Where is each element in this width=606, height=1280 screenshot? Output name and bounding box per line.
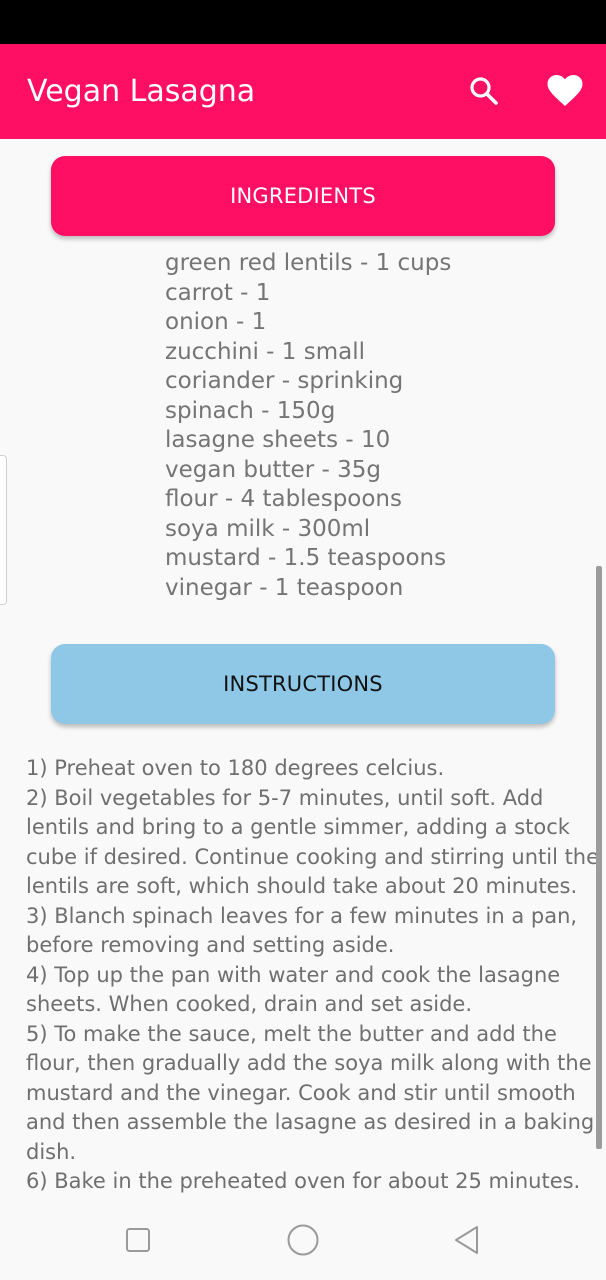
recents-square-icon xyxy=(126,1228,150,1252)
ingredient-item: soya milk - 300ml xyxy=(165,515,371,542)
recents-button[interactable] xyxy=(114,1216,162,1264)
heart-icon xyxy=(547,75,583,106)
ingredient-item: carrot - 1 xyxy=(165,279,271,306)
ingredient-item: vinegar - 1 teaspoon xyxy=(165,574,404,601)
status-bar xyxy=(0,0,606,44)
instructions-button-label: INSTRUCTIONS xyxy=(223,672,383,696)
page-title: Vegan Lasagna xyxy=(27,74,256,109)
back-button[interactable] xyxy=(443,1216,491,1264)
instruction-step: 3) Blanch spinach leaves for a few minut… xyxy=(26,903,578,958)
instructions-button[interactable]: INSTRUCTIONS xyxy=(51,644,555,724)
ingredient-item: flour - 4 tablespoons xyxy=(165,486,402,512)
ingredient-item: green red lentils - 1 cups xyxy=(165,250,452,276)
search-icon xyxy=(470,77,498,105)
ingredients-button-label: INGREDIENTS xyxy=(230,184,376,208)
navigation-bar xyxy=(0,1200,606,1280)
instruction-step: 4) Top up the pan with water and cook th… xyxy=(26,962,561,1017)
instruction-step: 2) Boil vegetables for 5-7 minutes, unti… xyxy=(26,785,600,899)
ingredients-button[interactable]: INGREDIENTS xyxy=(51,156,555,236)
home-circle-icon xyxy=(287,1224,319,1256)
ingredient-item: vegan butter - 35g xyxy=(165,456,381,483)
edge-panel-handle[interactable] xyxy=(0,455,7,605)
home-button[interactable] xyxy=(279,1216,327,1264)
favorite-button[interactable] xyxy=(540,66,590,116)
instruction-step: 5) To make the sauce, melt the butter an… xyxy=(26,1021,595,1164)
ingredient-item: lasagne sheets - 10 xyxy=(165,427,391,453)
ingredient-item: mustard - 1.5 teaspoons xyxy=(165,545,447,571)
ingredient-item: coriander - sprinking xyxy=(165,368,404,394)
app-bar: Vegan Lasagna xyxy=(0,44,606,139)
instruction-step: 1) Preheat oven to 180 degrees celcius. xyxy=(26,756,445,780)
ingredient-item: zucchini - 1 small xyxy=(165,338,366,365)
back-triangle-icon xyxy=(455,1226,478,1254)
instruction-step: 6) Bake in the preheated oven for about … xyxy=(26,1169,581,1193)
ingredients-list: green red lentils - 1 cups carrot - 1 on… xyxy=(165,249,595,603)
ingredient-item: spinach - 150g xyxy=(165,397,336,424)
scrollbar[interactable] xyxy=(596,566,602,1149)
ingredient-item: onion - 1 xyxy=(165,309,267,335)
search-button[interactable] xyxy=(459,66,509,116)
instructions-text: 1) Preheat oven to 180 degrees celcius. … xyxy=(26,754,600,1197)
